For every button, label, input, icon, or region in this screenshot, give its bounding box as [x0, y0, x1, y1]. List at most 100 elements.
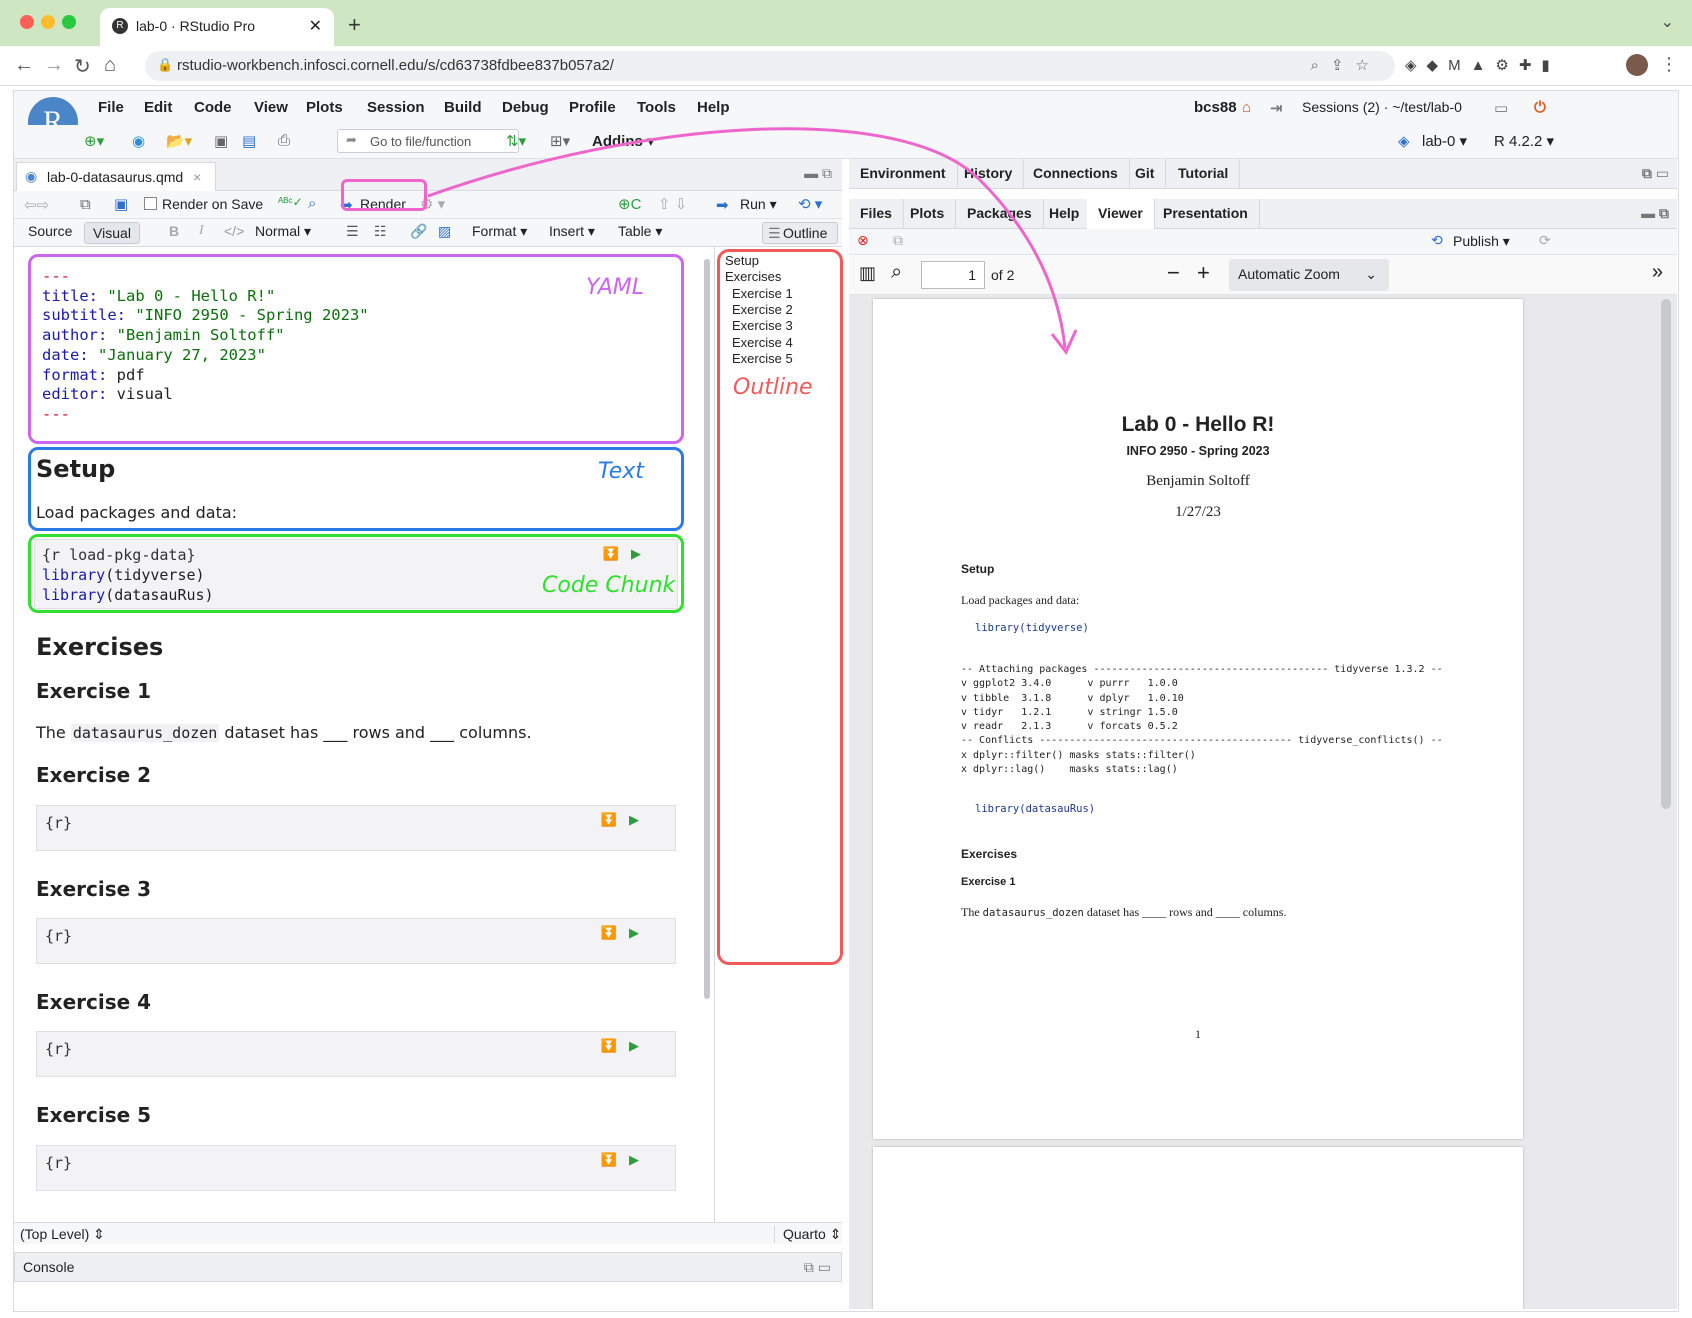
tab-presentation[interactable]: Presentation [1152, 199, 1260, 229]
outline-item[interactable]: Exercises [725, 269, 781, 284]
project-menu[interactable]: lab-0 ▾ [1422, 132, 1467, 150]
outline-item[interactable]: Exercise 2 [732, 302, 793, 317]
bold-button[interactable]: B [169, 223, 179, 239]
link-icon[interactable]: 🔗 [410, 223, 427, 240]
chunk1-code[interactable]: {r load-pkg-data} library(tidyverse) lib… [42, 545, 214, 605]
minimize-window-button[interactable] [41, 15, 55, 29]
browser-menu-icon[interactable]: ⋮ [1660, 54, 1678, 75]
close-window-button[interactable] [20, 15, 34, 29]
print-icon[interactable]: ⎙ [278, 132, 290, 149]
forward-arrow-icon[interactable]: → [44, 54, 64, 77]
style-select[interactable]: Normal ▾ [255, 223, 311, 240]
new-session-icon[interactable]: ▭ [1494, 99, 1508, 117]
r-version-menu[interactable]: R 4.2.2 ▾ [1494, 132, 1554, 150]
exercise-4-chunk[interactable]: {r} ⏬▶ [36, 1031, 676, 1077]
run-button[interactable]: Run ▾ [740, 196, 777, 213]
console-minmax-icon[interactable]: ⧉ ▭ [804, 1259, 831, 1276]
tab-tutorial[interactable]: Tutorial [1167, 159, 1241, 189]
sidebar-toggle-icon[interactable]: ▥ [859, 263, 876, 284]
menu-help[interactable]: Help [697, 99, 730, 116]
menu-code[interactable]: Code [194, 99, 232, 116]
scope-selector[interactable]: (Top Level) ⇕ [20, 1226, 105, 1243]
insert-chunk-icon[interactable]: ⊕C [618, 195, 641, 213]
new-tab-button[interactable]: + [348, 12, 361, 38]
new-project-icon[interactable]: ◉ [132, 132, 145, 150]
show-in-window-icon[interactable]: ⧉ [80, 196, 91, 213]
new-file-icon[interactable]: ⊕▾ [84, 132, 104, 150]
menu-plots[interactable]: Plots [306, 99, 343, 116]
code-format-icon[interactable]: </> [224, 223, 244, 239]
render-on-save-checkbox[interactable] [144, 197, 157, 210]
pdf-viewer[interactable]: Lab 0 - Hello R! INFO 2950 - Spring 2023… [849, 295, 1677, 1309]
visual-editor[interactable]: --- title: "Lab 0 - Hello R!" subtitle: "I… [14, 247, 714, 1222]
sessions-menu[interactable]: Sessions (2) · ~/test/lab-0 [1302, 99, 1462, 115]
menu-build[interactable]: Build [444, 99, 482, 116]
back-arrow-icon[interactable]: ← [14, 54, 34, 77]
zoom-in-icon[interactable]: + [1197, 260, 1210, 286]
numbered-list-icon[interactable]: ☷ [374, 223, 387, 240]
chunk-run-icons[interactable]: ⏬▶ [601, 1038, 651, 1054]
filetype-selector[interactable]: Quarto ⇕ [774, 1226, 841, 1243]
exercise-2-chunk[interactable]: {r} ⏬▶ [36, 805, 676, 851]
go-to-file-input[interactable]: ➦ Go to file/function [337, 129, 519, 153]
outline-item[interactable]: Exercise 4 [732, 335, 793, 350]
table-menu[interactable]: Table ▾ [618, 223, 662, 240]
address-bar-icons[interactable]: ⌕⇪☆ [1311, 56, 1381, 74]
close-file-icon[interactable]: × [193, 169, 201, 185]
menu-session[interactable]: Session [367, 99, 425, 116]
tab-git[interactable]: Git [1124, 159, 1167, 189]
outline-item[interactable]: Exercise 1 [732, 286, 793, 301]
git-icon[interactable]: ⇅▾ [506, 132, 526, 150]
outline-toggle-button[interactable]: ☰ Outline [762, 222, 838, 244]
yaml-header[interactable]: --- title: "Lab 0 - Hello R!" subtitle: "I… [42, 267, 369, 425]
insert-menu[interactable]: Insert ▾ [549, 223, 595, 240]
tab-help[interactable]: Help [1038, 199, 1092, 229]
menu-tools[interactable]: Tools [637, 99, 676, 116]
exercise-3-heading[interactable]: Exercise 3 [36, 877, 151, 901]
exercise-5-chunk[interactable]: {r} ⏬▶ [36, 1145, 676, 1191]
source-mode-button[interactable]: Source [28, 223, 72, 239]
run-icon[interactable]: ➡ [716, 196, 729, 214]
setup-heading[interactable]: Setup [36, 455, 115, 483]
close-tab-icon[interactable]: ✕ [309, 16, 322, 36]
address-bar[interactable]: 🔒 rstudio-workbench.infosci.cornell.edu/… [145, 51, 1395, 81]
outline-item[interactable]: Exercise 5 [732, 351, 793, 366]
tab-environment[interactable]: Environment [849, 159, 958, 189]
find-icon[interactable]: ⌕ [308, 195, 316, 212]
extension-icons[interactable]: ◈◆M▲⚙✚▮ [1405, 56, 1560, 74]
pane-minmax-icon[interactable]: ▬ ⧉ [1641, 205, 1669, 222]
setup-text[interactable]: Load packages and data: [36, 503, 237, 522]
more-tools-icon[interactable]: » [1652, 261, 1663, 284]
menu-edit[interactable]: Edit [144, 99, 172, 116]
chunk-run-icons[interactable]: ⏬▶ [601, 925, 651, 941]
spellcheck-icon[interactable]: ᴬᴮᶜ✓ [278, 195, 303, 209]
exercises-heading[interactable]: Exercises [36, 633, 163, 661]
menu-debug[interactable]: Debug [502, 99, 549, 116]
pane-layout-icon[interactable]: ⊞▾ [550, 132, 570, 150]
save-file-icon[interactable]: ▣ [114, 195, 128, 213]
exercise-1-heading[interactable]: Exercise 1 [36, 679, 151, 703]
tab-list-chevron-icon[interactable]: ⌄ [1661, 12, 1674, 32]
rerun-icon[interactable]: ⟲ ▾ [798, 195, 822, 213]
reload-icon[interactable]: ↻ [74, 54, 91, 79]
exercise-3-chunk[interactable]: {r} ⏬▶ [36, 918, 676, 964]
editor-scroll-thumb[interactable] [704, 259, 710, 999]
save-icon[interactable]: ▣ [214, 132, 228, 150]
popout-icon[interactable]: ⧉ [893, 232, 903, 249]
pdf-search-icon[interactable]: ⌕ [891, 261, 902, 284]
visual-mode-button[interactable]: Visual [84, 222, 140, 244]
outline-item[interactable]: Setup [725, 253, 759, 268]
exercise-2-heading[interactable]: Exercise 2 [36, 763, 151, 787]
zoom-select[interactable]: Automatic Zoom ⌄ [1229, 259, 1389, 291]
menu-view[interactable]: View [254, 99, 288, 116]
editor-scrollbar[interactable] [704, 247, 712, 1222]
tab-viewer[interactable]: Viewer [1087, 199, 1155, 229]
nav-back-forward-icon[interactable]: ⇦⇨ [24, 196, 49, 214]
power-icon[interactable]: ⏻ [1534, 99, 1546, 116]
tab-plots[interactable]: Plots [899, 199, 957, 229]
page-number-input[interactable]: 1 [921, 261, 985, 289]
tab-connections[interactable]: Connections [1022, 159, 1130, 189]
format-menu[interactable]: Format ▾ [472, 223, 527, 240]
chunk-nav-icon[interactable]: ⇧ ⇩ [658, 195, 687, 213]
profile-avatar[interactable] [1626, 54, 1648, 76]
